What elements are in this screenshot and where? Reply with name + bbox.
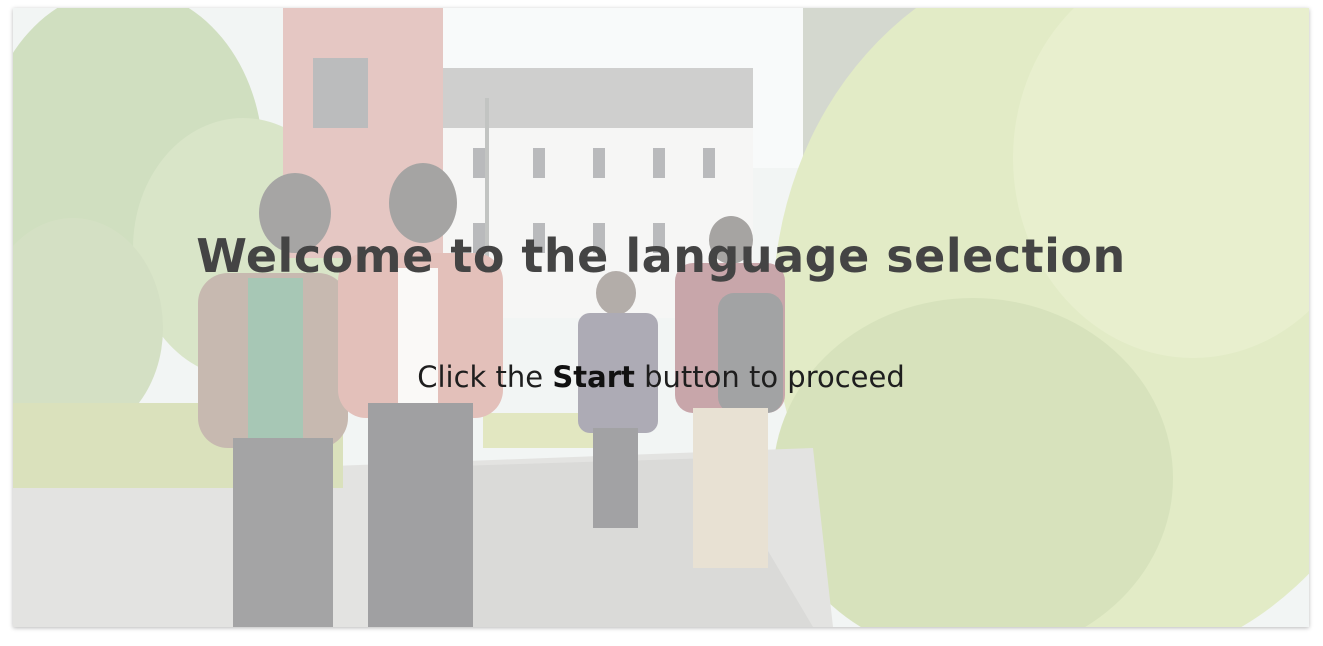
instruction-suffix: button to proceed [644,360,905,394]
start-instruction: Click the Start button to proceed [13,360,1309,394]
instruction-start-keyword: Start [552,360,635,394]
welcome-panel: Welcome to the language selection Click … [13,8,1309,627]
welcome-title: Welcome to the language selection [196,229,1126,283]
instruction-prefix: Click the [417,360,544,394]
photo-fade-overlay [13,8,1309,627]
